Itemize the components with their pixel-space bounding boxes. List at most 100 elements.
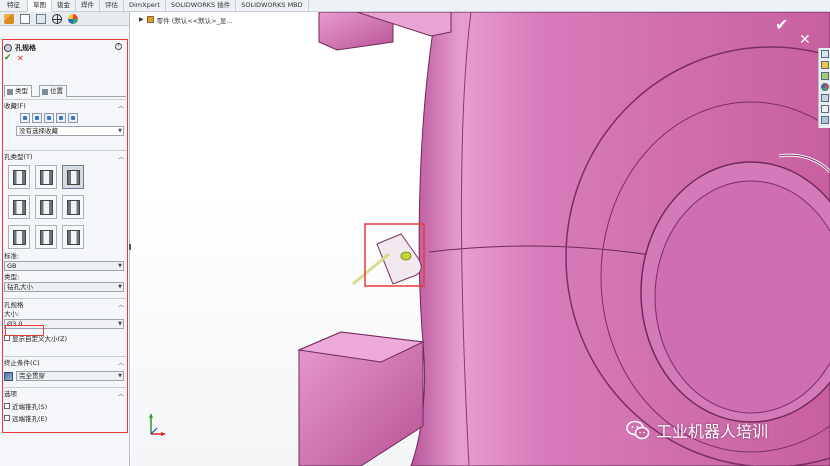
collapse-caret-icon[interactable]: ︿ [118,301,124,310]
countersink-slot-button[interactable] [35,225,57,249]
chevron-down-icon: ▼ [118,373,122,379]
pipe-tap-icon [39,199,53,215]
solidworks-resources-icon[interactable] [820,50,829,58]
favorites-header[interactable]: 收藏(F) ︿ [4,102,126,111]
favorites-select[interactable]: 没有选择收藏 ▼ [16,126,124,136]
standard-select[interactable]: GB ▼ [4,261,124,271]
tab-weldments[interactable]: 焊件 [76,0,100,12]
end-condition-header[interactable]: 终止条件(C) ︿ [4,359,126,368]
tab-evaluate[interactable]: 评估 [100,0,124,12]
tapped-hole-icon [12,199,26,215]
counterbore-hole-button[interactable] [8,165,30,189]
collapse-caret-icon[interactable]: ︿ [118,153,124,162]
feature-manager-icon[interactable] [4,13,14,24]
page-title: 孔规格 [15,43,36,52]
tapped-hole-button[interactable] [8,195,30,219]
favorites-select-value: 没有选择收藏 [19,127,58,135]
collapse-caret-icon[interactable]: ︿ [118,359,124,368]
type-tab-icon [7,88,13,95]
end-condition-group: 终止条件(C) ︿ 完全贯穿 ▼ [4,359,126,381]
favorite-update-icon[interactable] [44,113,54,123]
near-side-countersink-label: 近端锥孔(S) [12,403,48,411]
hole-center-point [400,251,412,261]
near-side-countersink-checkbox[interactable] [4,403,10,409]
forum-icon[interactable] [820,116,829,124]
tab-addins[interactable]: SOLIDWORKS 插件 [166,0,237,12]
dimxpert-manager-icon[interactable] [52,13,62,24]
tab-mbd[interactable]: SOLIDWORKS MBD [236,0,309,12]
favorite-save-icon[interactable] [56,113,66,123]
end-condition-value: 完全贯穿 [19,372,45,380]
help-icon[interactable]: ? [115,43,122,50]
configuration-manager-icon[interactable] [36,13,46,24]
simple-hole-button[interactable] [62,165,84,189]
confirm-corner-ok-icon[interactable]: ✔ [775,15,788,34]
chevron-down-icon: ▼ [118,321,122,327]
tab-dimxpert[interactable]: DimXpert [124,0,166,12]
position-tab-icon [42,88,48,95]
hole-type-group: 孔类型(T) ︿ 标准: GB ▼ 类型: 钻孔大小 ▼ [4,153,126,292]
end-condition-row: 完全贯穿 ▼ [4,371,126,381]
hole-wizard-icon [4,43,12,52]
countersink-hole-button[interactable] [35,165,57,189]
chevron-down-icon: ▼ [118,263,122,269]
counterbore-slot-button[interactable] [8,225,30,249]
tab-type[interactable]: 类型 [4,85,32,97]
graphics-area[interactable]: ▶ 零件 (默认<<默认>_显... ✔ ✕ [131,12,830,466]
display-manager-icon[interactable] [68,13,78,24]
type-select[interactable]: 钻孔大小 ▼ [4,282,124,292]
part-model[interactable] [131,12,830,466]
divider [4,387,126,388]
hole-type-header[interactable]: 孔类型(T) ︿ [4,153,126,162]
tab-sheet-metal[interactable]: 钣金 [52,0,76,12]
near-side-countersink-row[interactable]: 近端锥孔(S) [4,401,126,411]
favorite-use-icon[interactable] [20,113,30,123]
pm-title-bar: 孔规格 ? [4,42,126,53]
legacy-hole-button[interactable] [62,195,84,219]
end-condition-header-label: 终止条件(C) [4,359,40,367]
appearances-icon[interactable] [820,83,829,91]
countersink-slot-icon [39,229,53,245]
tab-type-label: 类型 [15,87,28,95]
far-side-countersink-checkbox[interactable] [4,415,10,421]
custom-properties-icon[interactable] [820,105,829,113]
options-header-label: 选项 [4,390,17,398]
collapse-caret-icon[interactable]: ︿ [118,102,124,111]
property-manager-icon[interactable] [20,13,30,24]
tab-position[interactable]: 位置 [39,85,67,97]
favorite-add-icon[interactable] [32,113,42,123]
favorites-header-label: 收藏(F) [4,102,26,110]
tab-features[interactable]: 特征 [0,0,28,12]
countersink-icon [39,169,53,185]
tab-sketch[interactable]: 草图 [28,0,52,12]
chevron-down-icon: ▼ [118,284,122,290]
end-condition-select[interactable]: 完全贯穿 ▼ [16,371,124,381]
type-label: 类型: [4,273,20,281]
far-side-countersink-label: 远端锥孔(E) [12,415,48,423]
slot-button[interactable] [62,225,84,249]
options-header[interactable]: 选项 ︿ [4,390,126,399]
hole-spec-group: 孔规格 ︿ 大小: Ø3.0 ▼ 显示自定义大小(Z) [4,301,126,343]
divider [4,99,126,100]
reverse-direction-icon[interactable] [4,371,13,381]
standard-value: GB [7,262,17,270]
property-manager-panel: 孔规格 ? ✔ ✕ 类型 位置 收藏(F) ︿ 没有选择收藏 ▼ 孔类型(T) … [0,12,132,466]
pipe-tap-button[interactable] [35,195,57,219]
design-library-icon[interactable] [820,61,829,69]
ok-button[interactable]: ✔ [4,54,12,63]
file-explorer-icon[interactable] [820,72,829,80]
confirm-corner-cancel-icon[interactable]: ✕ [799,32,811,48]
pm-tabs: 类型 位置 [4,85,126,97]
favorite-load-icon[interactable] [68,113,78,123]
flyout-feature-tree[interactable]: ▶ 零件 (默认<<默认>_显... [139,15,233,25]
expand-arrow-icon[interactable]: ▶ [139,16,144,23]
view-palette-icon[interactable] [820,94,829,102]
hole-spec-header[interactable]: 孔规格 ︿ [4,301,126,310]
hole-spec-header-label: 孔规格 [4,301,24,309]
cancel-button[interactable]: ✕ [17,54,24,63]
collapse-caret-icon[interactable]: ︿ [118,390,124,399]
legacy-hole-icon [66,199,80,215]
manager-toolbar [0,12,129,26]
divider [4,150,126,151]
far-side-countersink-row[interactable]: 远端锥孔(E) [4,413,126,423]
